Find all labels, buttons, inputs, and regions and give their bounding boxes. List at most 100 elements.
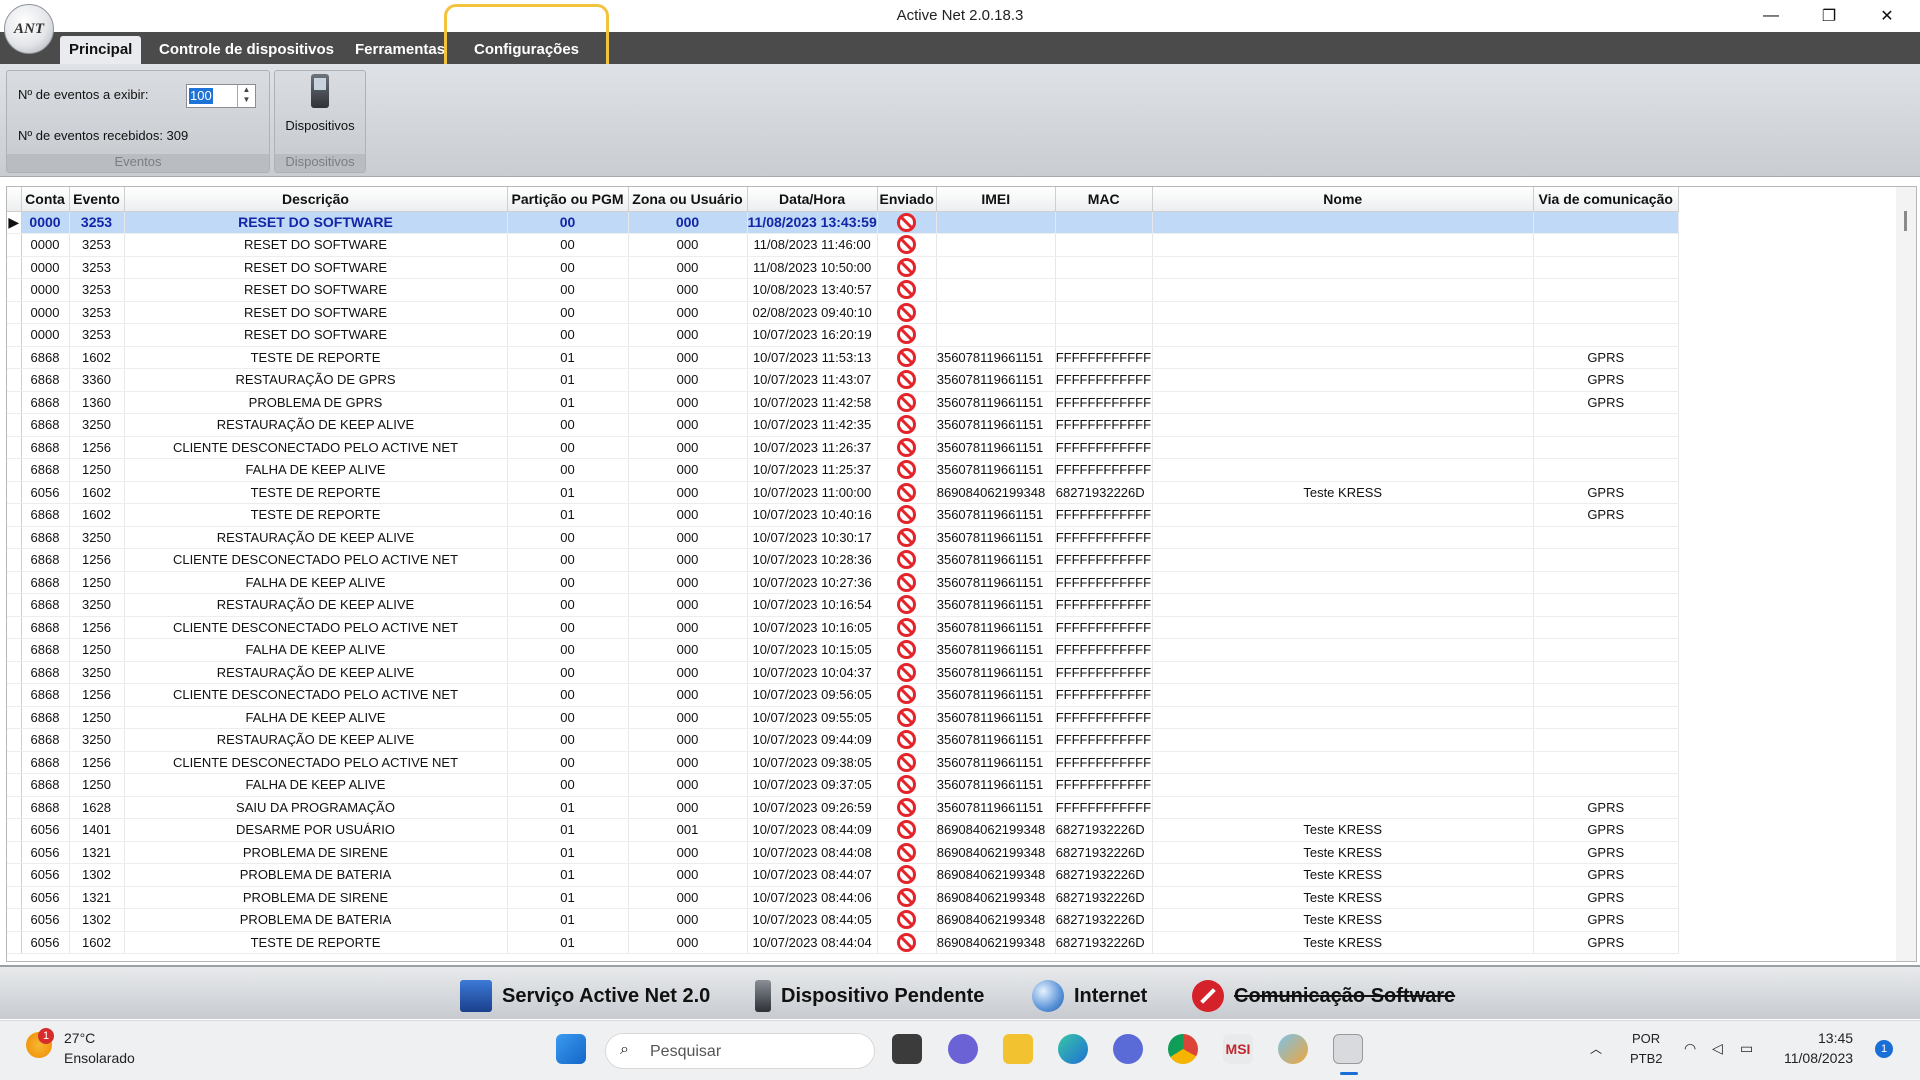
row-selector[interactable] — [7, 278, 22, 302]
row-selector[interactable] — [7, 323, 22, 347]
row-selector[interactable]: ▶ — [7, 211, 22, 234]
row-selector[interactable] — [7, 526, 22, 549]
table-row[interactable]: 6868 1250 FALHA DE KEEP ALIVE 00 000 10/07/20… — [7, 706, 1679, 729]
table-row[interactable]: 6056 1302 PROBLEMA DE BATERIA 01 000 10/07/20… — [7, 908, 1679, 932]
tab-principal[interactable]: Principal — [60, 36, 142, 64]
volume-icon[interactable]: ◁ — [1712, 1040, 1723, 1057]
task-view-icon[interactable] — [892, 1034, 922, 1064]
row-selector[interactable] — [7, 886, 22, 909]
table-row[interactable]: 6868 3250 RESTAURAÇÃO DE KEEP ALIVE 00 000 10… — [7, 593, 1679, 617]
discord-icon[interactable] — [1113, 1034, 1143, 1064]
row-selector[interactable] — [7, 863, 22, 887]
table-row[interactable]: 6868 3250 RESTAURAÇÃO DE KEEP ALIVE 00 000 10… — [7, 728, 1679, 752]
table-row[interactable]: 6868 1256 CLIENTE DESCONECTADO PELO ACTIVE… — [7, 548, 1679, 572]
table-row[interactable]: 6868 3250 RESTAURAÇÃO DE KEEP ALIVE 00 000 10… — [7, 526, 1679, 549]
wifi-icon[interactable]: ◠ — [1684, 1040, 1696, 1057]
row-selector[interactable] — [7, 706, 22, 729]
tray-chevron-icon[interactable]: ︿ — [1590, 1040, 1602, 1057]
row-selector[interactable] — [7, 818, 22, 842]
scrollbar-thumb[interactable] — [1904, 211, 1907, 231]
events-grid[interactable]: Conta Evento Descrição Partição ou PGM Z… — [6, 186, 1917, 962]
row-selector[interactable] — [7, 548, 22, 572]
row-selector[interactable] — [7, 796, 22, 819]
row-selector[interactable] — [7, 368, 22, 392]
chrome-icon[interactable] — [1168, 1034, 1198, 1064]
table-row[interactable]: 0000 3253 RESET DO SOFTWARE 00 000 11/08/2023… — [7, 233, 1679, 257]
header-zona[interactable]: Zona ou Usuário — [628, 187, 748, 212]
header-enviado[interactable]: Enviado — [877, 187, 937, 212]
dispositivos-button-label[interactable]: Dispositivos — [283, 118, 357, 133]
row-selector[interactable] — [7, 301, 22, 324]
msi-icon[interactable]: MSI — [1223, 1034, 1253, 1064]
row-selector[interactable] — [7, 503, 22, 527]
table-row[interactable]: 6056 1401 DESARME POR USUÁRIO 01 001 10/07/20… — [7, 818, 1679, 842]
row-selector[interactable] — [7, 458, 22, 482]
minimize-button[interactable]: — — [1742, 0, 1800, 32]
table-row[interactable]: 6868 3250 RESTAURAÇÃO DE KEEP ALIVE 00 000 10… — [7, 661, 1679, 684]
table-row[interactable]: 0000 3253 RESET DO SOFTWARE 00 000 11/08/2023… — [7, 256, 1679, 279]
tab-controle-de-dispositivos[interactable]: Controle de dispositivos — [150, 36, 343, 64]
restore-button[interactable]: ❐ — [1800, 0, 1858, 32]
taskbar-search[interactable]: ⌕ Pesquisar — [605, 1033, 875, 1069]
battery-icon[interactable]: ▭ — [1740, 1040, 1753, 1057]
app-menu-button[interactable]: ANT — [4, 4, 54, 54]
row-selector[interactable] — [7, 413, 22, 437]
row-selector[interactable] — [7, 728, 22, 752]
table-row[interactable]: 6868 1250 FALHA DE KEEP ALIVE 00 000 10/07/20… — [7, 773, 1679, 797]
weather-condition[interactable]: Ensolarado — [64, 1050, 135, 1066]
table-row[interactable]: 6868 1256 CLIENTE DESCONECTADO PELO ACTIVE… — [7, 751, 1679, 774]
vertical-scrollbar[interactable] — [1896, 187, 1916, 961]
row-selector[interactable] — [7, 661, 22, 684]
clock-time[interactable]: 13:45 — [1818, 1030, 1853, 1046]
table-row[interactable]: 6868 3250 RESTAURAÇÃO DE KEEP ALIVE 00 000 10… — [7, 413, 1679, 437]
table-row[interactable]: 6056 1321 PROBLEMA DE SIRENE 01 000 10/07/202… — [7, 841, 1679, 864]
table-row[interactable]: 6868 1250 FALHA DE KEEP ALIVE 00 000 10/07/20… — [7, 638, 1679, 662]
eventos-exibir-stepper[interactable]: 100 ▲ ▼ — [186, 84, 256, 108]
header-descricao[interactable]: Descrição — [124, 187, 508, 212]
row-selector[interactable] — [7, 683, 22, 707]
file-explorer-icon[interactable] — [1003, 1034, 1033, 1064]
row-selector[interactable] — [7, 391, 22, 414]
row-selector[interactable] — [7, 751, 22, 774]
row-selector[interactable] — [7, 436, 22, 459]
table-row[interactable]: 6868 1250 FALHA DE KEEP ALIVE 00 000 10/07/20… — [7, 571, 1679, 594]
row-selector[interactable] — [7, 571, 22, 594]
table-row[interactable]: 6868 1256 CLIENTE DESCONECTADO PELO ACTIVE… — [7, 616, 1679, 639]
table-row[interactable]: 6056 1302 PROBLEMA DE BATERIA 01 000 10/07/20… — [7, 863, 1679, 887]
row-selector[interactable] — [7, 841, 22, 864]
table-row[interactable]: 6868 1360 PROBLEMA DE GPRS 01 000 10/07/2023 … — [7, 391, 1679, 414]
row-selector[interactable] — [7, 616, 22, 639]
weather-temperature[interactable]: 27°C — [64, 1030, 95, 1046]
chat-icon[interactable] — [948, 1034, 978, 1064]
row-selector[interactable] — [7, 481, 22, 504]
table-row[interactable]: 6868 1250 FALHA DE KEEP ALIVE 00 000 10/07/20… — [7, 458, 1679, 482]
language-indicator[interactable]: POR — [1632, 1031, 1660, 1046]
table-row[interactable]: 6056 1602 TESTE DE REPORTE 01 000 10/07/2023 … — [7, 931, 1679, 954]
row-selector[interactable] — [7, 908, 22, 932]
header-particao[interactable]: Partição ou PGM — [507, 187, 629, 212]
table-row[interactable]: 6868 3360 RESTAURAÇÃO DE GPRS 01 000 10/07/20… — [7, 368, 1679, 392]
header-conta[interactable]: Conta — [21, 187, 70, 212]
row-selector[interactable] — [7, 233, 22, 257]
header-imei[interactable]: IMEI — [936, 187, 1056, 212]
row-selector[interactable] — [7, 346, 22, 369]
header-nome[interactable]: Nome — [1152, 187, 1534, 212]
keyboard-layout-indicator[interactable]: PTB2 — [1630, 1051, 1663, 1066]
table-row[interactable]: 6868 1256 CLIENTE DESCONECTADO PELO ACTIVE… — [7, 436, 1679, 459]
header-data-hora[interactable]: Data/Hora — [747, 187, 878, 212]
app-globe-icon[interactable] — [1278, 1034, 1308, 1064]
header-via[interactable]: Via de comunicação — [1533, 187, 1679, 212]
table-row[interactable]: 0000 3253 RESET DO SOFTWARE 00 000 10/07/2023… — [7, 323, 1679, 347]
row-selector[interactable] — [7, 593, 22, 617]
edge-icon[interactable] — [1058, 1034, 1088, 1064]
table-row[interactable]: ▶ 0000 3253 RESET DO SOFTWARE 00 000 11/08/202… — [7, 211, 1679, 234]
row-selector[interactable] — [7, 638, 22, 662]
table-row[interactable]: 6868 1602 TESTE DE REPORTE 01 000 10/07/2023 … — [7, 503, 1679, 527]
table-row[interactable]: 0000 3253 RESET DO SOFTWARE 00 000 02/08/2023… — [7, 301, 1679, 324]
table-row[interactable]: 6868 1602 TESTE DE REPORTE 01 000 10/07/2023 … — [7, 346, 1679, 369]
stepper-arrows-icon[interactable]: ▲ ▼ — [237, 85, 255, 107]
row-selector[interactable] — [7, 256, 22, 279]
table-row[interactable]: 6056 1321 PROBLEMA DE SIRENE 01 000 10/07/202… — [7, 886, 1679, 909]
eventos-exibir-value[interactable]: 100 — [189, 88, 213, 104]
table-row[interactable]: 6868 1256 CLIENTE DESCONECTADO PELO ACTIVE… — [7, 683, 1679, 707]
